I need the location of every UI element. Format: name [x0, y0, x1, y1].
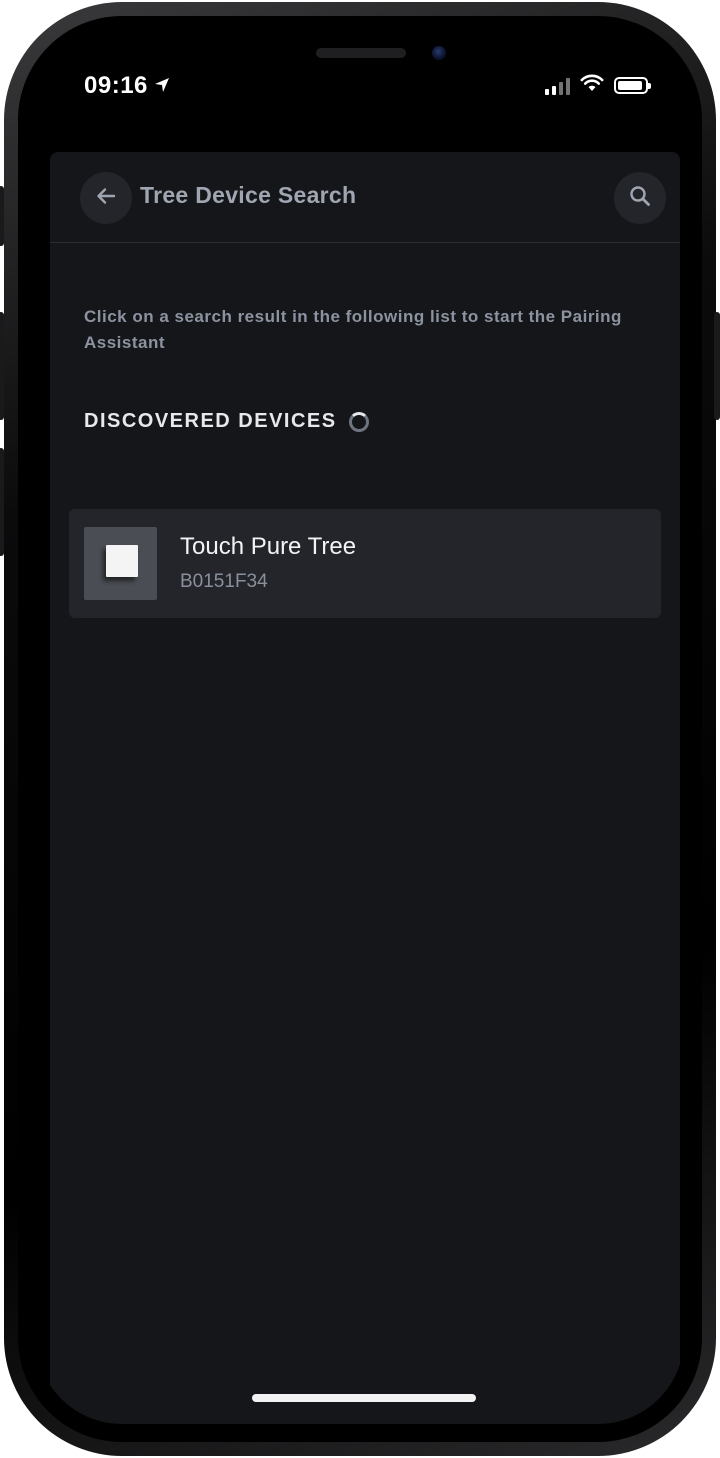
search-button[interactable]: [614, 172, 666, 224]
side-button-volume-up: [0, 312, 4, 420]
loading-spinner-icon: [348, 411, 369, 432]
earpiece-speaker: [316, 48, 406, 58]
section-header: DISCOVERED DEVICES: [84, 410, 369, 433]
side-button-silent: [0, 186, 4, 246]
front-camera: [432, 46, 446, 60]
side-button-volume-down: [0, 448, 4, 556]
search-icon: [628, 184, 652, 213]
back-button[interactable]: [80, 172, 132, 224]
instructions-text: Click on a search result in the followin…: [84, 307, 622, 352]
switch-thumbnail-icon: [84, 527, 157, 600]
device-name: Touch Pure Tree: [180, 533, 357, 560]
section-title: DISCOVERED DEVICES: [84, 410, 337, 432]
home-indicator[interactable]: [252, 1394, 476, 1402]
app-view: Tree Device Search Click on a search res…: [50, 152, 680, 1424]
location-arrow-icon: [154, 72, 170, 100]
top-bar: Tree Device Search: [50, 152, 680, 243]
battery-icon: [614, 77, 651, 94]
cellular-signal-icon: [545, 77, 570, 95]
phone-frame: 09:16 Tree Device Search Click on a sear…: [0, 2, 720, 1456]
device-list-item[interactable]: Touch Pure Tree B0151F34: [69, 509, 661, 618]
device-id: B0151F34: [180, 571, 268, 592]
side-button-power: [714, 312, 720, 420]
page-title: Tree Device Search: [140, 182, 357, 208]
status-bar-time: 09:16: [84, 72, 170, 100]
status-time-text: 09:16: [84, 72, 148, 99]
phone-screen: 09:16 Tree Device Search Click on a sear…: [36, 34, 684, 1424]
status-bar-indicators: [545, 74, 651, 97]
wifi-icon: [580, 74, 604, 97]
arrow-left-icon: [95, 185, 117, 212]
